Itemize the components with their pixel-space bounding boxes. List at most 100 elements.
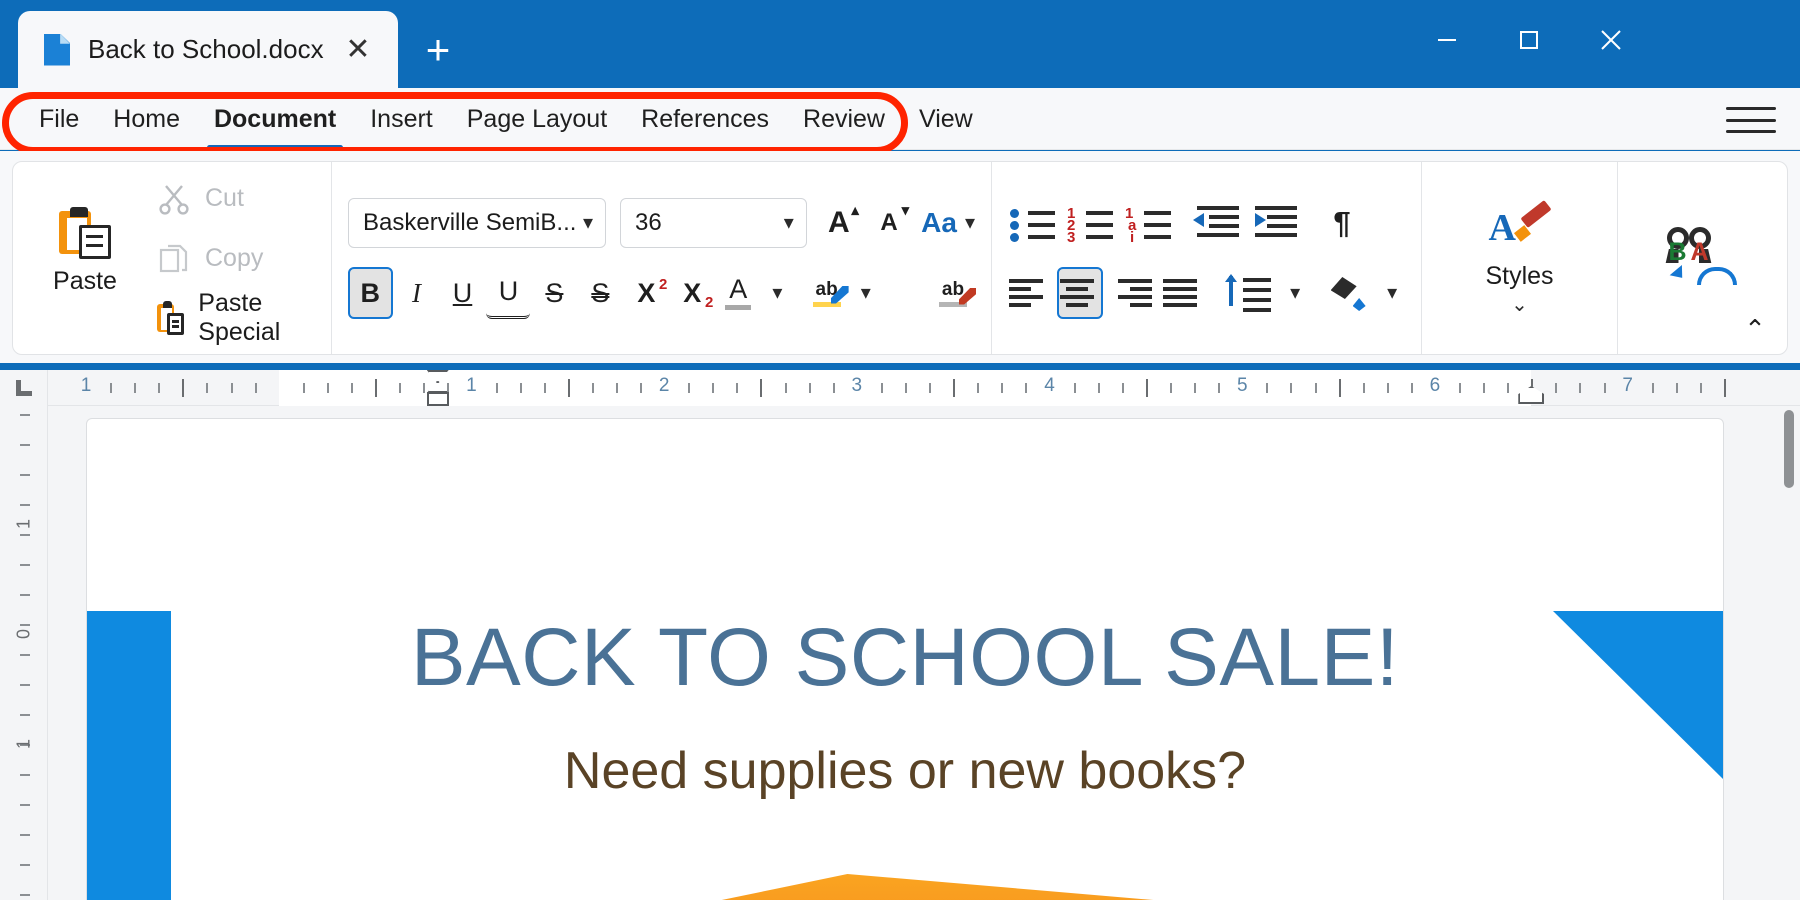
- ruler-number: 1: [466, 375, 477, 396]
- paste-special-label: Paste Special: [198, 289, 281, 346]
- ribbon-tab-review[interactable]: Review: [786, 88, 902, 150]
- shading-icon: [1329, 275, 1369, 311]
- underline-button[interactable]: U: [441, 267, 485, 319]
- tab-close-icon[interactable]: ✕: [338, 30, 378, 70]
- horizontal-ruler[interactable]: 1 1 2 3 4 5 6 7: [0, 370, 1800, 406]
- ruler-tick: [832, 383, 835, 393]
- font-size-value: 36: [635, 209, 662, 236]
- numbered-list-button[interactable]: 1 2 3: [1064, 197, 1116, 249]
- ruler-tick: [1675, 383, 1678, 393]
- ruler-tick: [230, 383, 233, 393]
- minimize-icon[interactable]: [1416, 0, 1478, 80]
- vertical-scrollbar[interactable]: [1778, 406, 1800, 900]
- bullet-list-button[interactable]: [1006, 197, 1058, 249]
- superscript-button[interactable]: X2: [624, 267, 668, 319]
- document-page[interactable]: BACK TO SCHOOL SALE! Need supplies or ne…: [86, 418, 1724, 900]
- chevron-down-icon[interactable]: ⌄: [1511, 295, 1528, 315]
- shrink-font-button[interactable]: A ▾: [871, 197, 909, 249]
- tab-stop-selector[interactable]: [0, 370, 48, 406]
- ruler-tick: [375, 379, 378, 397]
- justify-button[interactable]: [1161, 267, 1206, 319]
- ruler-number: 6: [1429, 375, 1441, 396]
- line-spacing-dropdown[interactable]: ▾: [1280, 267, 1310, 319]
- ribbon-group-font: Baskerville SemiB... ▾ 36 ▾ A ▴ A ▾ Aa ▾…: [331, 162, 991, 354]
- ribbon-tab-document[interactable]: Document: [197, 88, 353, 150]
- ruler-tick: [1410, 383, 1413, 393]
- scissors-icon: [159, 185, 189, 215]
- ruler-tick: [1724, 379, 1726, 397]
- double-underline-button[interactable]: U: [486, 267, 531, 319]
- ribbon-group-clipboard: Paste Cut Copy Paste Special: [13, 162, 331, 354]
- vruler-tick: [20, 774, 30, 776]
- ribbon-tab-file[interactable]: File: [22, 88, 96, 150]
- highlight-dropdown[interactable]: ▾: [851, 267, 881, 319]
- ruler-tick: [1555, 383, 1558, 393]
- collapse-ribbon-button[interactable]: ⌃: [1732, 309, 1778, 349]
- ruler-tick: [254, 383, 257, 393]
- multilevel-list-button[interactable]: 1 a i: [1122, 197, 1174, 249]
- ribbon-tabs: File Home Document Insert Page Layout Referen…: [0, 88, 1800, 150]
- ribbon-tab-home[interactable]: Home: [96, 88, 197, 150]
- chevron-down-icon: ▾: [772, 282, 783, 304]
- chevron-down-icon: ▾: [964, 212, 975, 234]
- align-left-button[interactable]: [1006, 267, 1051, 319]
- decrease-indent-icon: [1193, 204, 1239, 242]
- copy-button[interactable]: Copy: [157, 233, 321, 283]
- document-subtitle-text[interactable]: Need supplies or new books?: [87, 741, 1723, 801]
- bold-button[interactable]: B: [348, 267, 393, 319]
- font-name-input[interactable]: Baskerville SemiB... ▾: [348, 198, 606, 248]
- vruler-tick: [20, 504, 30, 506]
- hamburger-menu-icon[interactable]: [1726, 100, 1776, 140]
- new-tab-button[interactable]: +: [412, 24, 464, 76]
- maximize-icon[interactable]: [1498, 0, 1560, 80]
- show-formatting-marks-button[interactable]: ¶: [1316, 197, 1368, 249]
- change-case-button[interactable]: Aa ▾: [921, 197, 975, 249]
- decrease-indent-button[interactable]: [1190, 197, 1242, 249]
- align-center-button[interactable]: [1057, 267, 1104, 319]
- ribbon-tab-insert[interactable]: Insert: [353, 88, 450, 150]
- double-strikethrough-button[interactable]: S: [578, 267, 622, 319]
- scrollbar-thumb[interactable]: [1784, 410, 1794, 488]
- line-spacing-button[interactable]: [1222, 267, 1274, 319]
- vruler-tick: [20, 534, 30, 536]
- ruler-tick: [880, 383, 883, 393]
- increase-indent-button[interactable]: [1248, 197, 1300, 249]
- font-size-input[interactable]: 36 ▾: [620, 198, 807, 248]
- close-icon[interactable]: [1580, 0, 1642, 80]
- vruler-tick: [20, 564, 30, 566]
- document-canvas[interactable]: BACK TO SCHOOL SALE! Need supplies or ne…: [48, 406, 1800, 900]
- document-title-text[interactable]: BACK TO SCHOOL SALE!: [87, 611, 1723, 705]
- ruler-tick: [1073, 383, 1076, 393]
- shading-dropdown[interactable]: ▾: [1377, 267, 1407, 319]
- font-color-dropdown[interactable]: ▾: [762, 267, 792, 319]
- ruler-scale[interactable]: 1 1 2 3 4 5 6 7: [48, 370, 1770, 406]
- ribbon-tab-references[interactable]: References: [624, 88, 786, 150]
- numbered-list-icon: 1 2 3: [1067, 204, 1113, 245]
- ribbon-tab-view[interactable]: View: [902, 88, 990, 150]
- decorative-orange-banner: [337, 874, 1497, 900]
- paste-button[interactable]: Paste: [27, 162, 143, 354]
- strikethrough-button[interactable]: S: [532, 267, 576, 319]
- ruler-tick: [688, 383, 691, 393]
- chevron-down-icon: ▾: [1387, 282, 1398, 304]
- font-color-button[interactable]: A: [716, 267, 760, 319]
- ruler-tick: [206, 383, 209, 393]
- ribbon-tab-page-layout[interactable]: Page Layout: [450, 88, 624, 150]
- subscript-button[interactable]: X2: [670, 267, 714, 319]
- left-indent-marker[interactable]: [426, 392, 449, 406]
- cut-button[interactable]: Cut: [157, 173, 321, 223]
- clear-formatting-button[interactable]: ab: [931, 267, 976, 319]
- grow-font-button[interactable]: A ▴: [821, 197, 859, 249]
- highlight-button[interactable]: ab: [805, 267, 849, 319]
- shading-button[interactable]: [1326, 267, 1371, 319]
- align-right-button[interactable]: [1109, 267, 1154, 319]
- vruler-tick: [20, 594, 30, 596]
- ruler-tick: [615, 383, 618, 393]
- ribbon-group-styles[interactable]: A Styles ⌄: [1421, 162, 1617, 354]
- vruler-tick: [20, 474, 30, 476]
- document-tab[interactable]: Back to School.docx ✕: [18, 11, 398, 88]
- paste-special-button[interactable]: Paste Special: [157, 289, 321, 346]
- ruler-tick: [1169, 383, 1172, 393]
- ribbon-tab-strip: File Home Document Insert Page Layout Referen…: [0, 88, 1800, 150]
- italic-button[interactable]: I: [395, 267, 439, 319]
